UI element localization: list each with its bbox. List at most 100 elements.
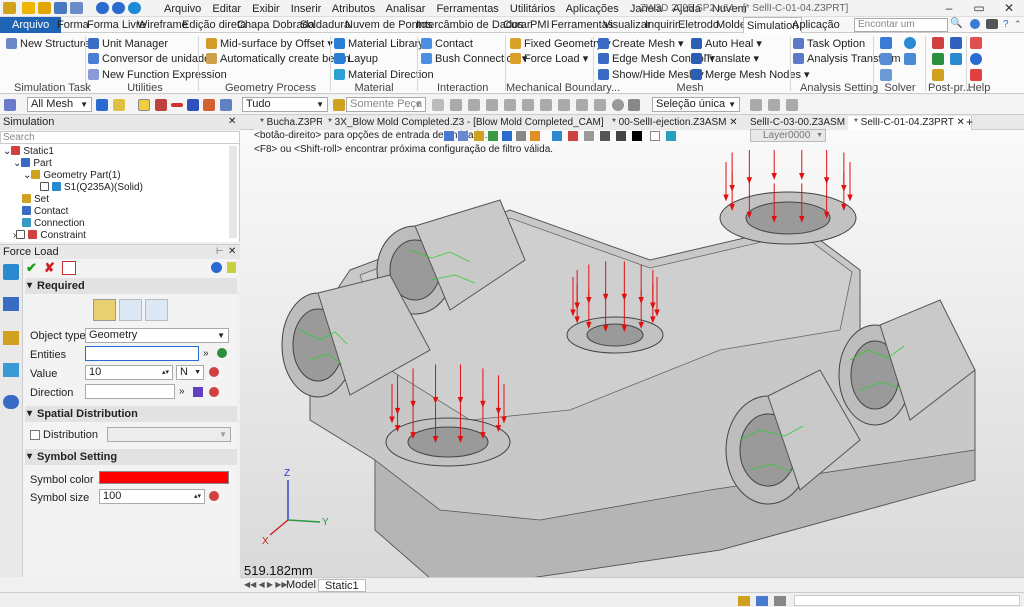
variable-icon[interactable] [209,491,219,501]
tab-model[interactable]: Model [280,579,322,592]
menu-aplicacoes[interactable]: Aplicações [566,3,619,15]
menu-arquivo[interactable]: Arquivo [164,3,201,15]
layer-select[interactable]: Layer0000 ▼ [750,129,826,142]
pick-face-icon[interactable] [187,99,199,111]
post-table-icon[interactable] [932,53,944,65]
distribution-select[interactable]: ▼ [107,427,231,442]
tree-item-part[interactable]: ⌄ Part [13,158,52,170]
user-icon[interactable] [3,395,19,409]
close-icon[interactable]: ✕ [729,117,737,128]
solver-monitor-icon[interactable] [904,37,916,49]
section-symbol-setting[interactable]: Symbol Setting [25,449,237,465]
snap-end-icon[interactable] [504,99,516,111]
open-file-icon[interactable] [38,2,51,14]
solver-check-icon[interactable] [880,53,892,65]
new-function-button[interactable]: New Function Expression [88,68,227,82]
tab-aplicacao[interactable]: Aplicação [789,17,843,33]
symbol-color-picker[interactable] [99,471,229,484]
menu-atributos[interactable]: Atributos [332,3,375,15]
box-icon[interactable] [3,331,19,345]
pick-filter-icon[interactable] [96,99,108,111]
doc-tab-blow-mold[interactable]: * 3X_Blow Mold Completed.Z3 - [Blow Mold… [322,116,622,130]
unit-manager-button[interactable]: Unit Manager [88,37,168,51]
tree-view-icon[interactable] [3,297,19,311]
object-type-select[interactable]: Geometry ▼ [85,328,229,343]
unit-converter-button[interactable]: Conversor de unidades [88,52,216,66]
wire-icon[interactable] [600,131,610,141]
tree-item-set[interactable]: Set [22,194,49,206]
bookmark-icon[interactable] [227,262,236,273]
doc-tab-c0300[interactable]: SellI-C-03-00.Z3ASM ✕ [744,116,864,130]
tree-search-input[interactable]: Search [0,131,240,144]
apply-icon[interactable] [62,261,76,275]
direction-pick-icon[interactable] [209,387,219,397]
scope-select[interactable]: Tudo ▼ [242,97,328,112]
close-icon[interactable]: ✕ [956,117,964,128]
part-only-select[interactable]: Somente Peça ▼ [346,97,426,112]
part-filter-icon[interactable] [333,99,345,111]
tree-item-geometry-part[interactable]: ⌄ Geometry Part(1) [23,170,121,182]
expand-icon[interactable]: » [179,386,185,397]
post-chart-icon[interactable] [950,53,962,65]
pick-curve-icon[interactable] [155,99,167,111]
save-all-icon[interactable] [70,2,83,14]
tree-scrollbar[interactable] [229,146,237,238]
solver-batch-icon[interactable] [904,53,916,65]
pick-shape-icon[interactable] [203,99,215,111]
regen-icon[interactable] [128,2,141,14]
help-question-icon[interactable] [970,53,982,65]
doc-tab-ejection[interactable]: * 00-SellI-ejection.Z3ASM ✕ [606,116,745,130]
image-icon[interactable] [3,363,19,377]
select-all-icon[interactable] [750,99,762,111]
light-icon[interactable] [530,131,540,141]
status-grid-icon[interactable] [738,596,750,606]
create-mesh-button[interactable]: Create Mesh ▾ [598,37,684,51]
cancel-x-icon[interactable]: ✘ [44,261,58,275]
mid-surface-button[interactable]: Mid-surface by Offset ▾ [206,37,333,51]
post-report-icon[interactable] [932,69,944,81]
pick-edge-icon[interactable] [171,103,183,107]
layer-icon[interactable] [666,131,676,141]
info-icon[interactable] [970,19,980,29]
menu-editar[interactable]: Editar [212,3,241,15]
3d-viewport[interactable]: <botão-direito> para opções de entrada d… [240,129,1024,578]
task-option-button[interactable]: Task Option [793,37,865,51]
select-box-icon[interactable] [768,99,780,111]
search-icon[interactable]: 🔍 [950,18,962,29]
maximize-icon[interactable]: ▭ [964,0,994,17]
show-hide-mesh-button[interactable]: Show/Hide Mesh ▾ [598,68,704,82]
panel-close-icon[interactable]: ✕ [228,116,236,127]
snap-line-icon[interactable] [468,99,480,111]
merge-mesh-nodes-button[interactable]: Merge Mesh Nodes ▾ [691,68,810,82]
post-contour-icon[interactable] [950,37,962,49]
undo-icon[interactable] [96,2,109,14]
selection-mode-select[interactable]: Seleção única ▼ [652,97,740,112]
entities-field[interactable] [85,346,199,361]
force-load-button[interactable]: Force Load ▾ [510,52,588,66]
white-fill-icon[interactable] [650,131,660,141]
translate-button[interactable]: Translate ▾ [691,52,759,66]
target-icon[interactable] [628,99,640,111]
snap-intersect-icon[interactable] [594,99,606,111]
snap-perp-icon[interactable] [576,99,588,111]
color-icon[interactable] [502,131,512,141]
status-view-icon[interactable] [756,596,768,606]
layup-button[interactable]: Layup [334,52,378,66]
menu-analisar[interactable]: Analisar [386,3,426,15]
force-type-face-icon[interactable] [145,299,168,321]
pick-vertex-icon[interactable] [113,99,125,111]
menu-utilitarios[interactable]: Utilitários [510,3,555,15]
settings-icon[interactable] [986,19,998,29]
snap-tangent-icon[interactable] [558,99,570,111]
info-icon[interactable] [211,262,222,273]
snap-point-icon[interactable] [450,99,462,111]
tree-item-constraint[interactable]: › Constraint [13,230,86,242]
pick-select-icon[interactable] [138,99,150,111]
force-type-point-icon[interactable] [119,299,142,321]
vector-icon[interactable] [193,387,203,397]
command-search-input[interactable]: Encontar um coman... [854,18,948,42]
tree-item-connection[interactable]: Connection [22,218,85,230]
clock-icon[interactable] [612,99,624,111]
help-icon[interactable]: ? [1003,19,1009,30]
fixed-geometry-button[interactable]: Fixed Geometry ▾ [510,37,611,51]
